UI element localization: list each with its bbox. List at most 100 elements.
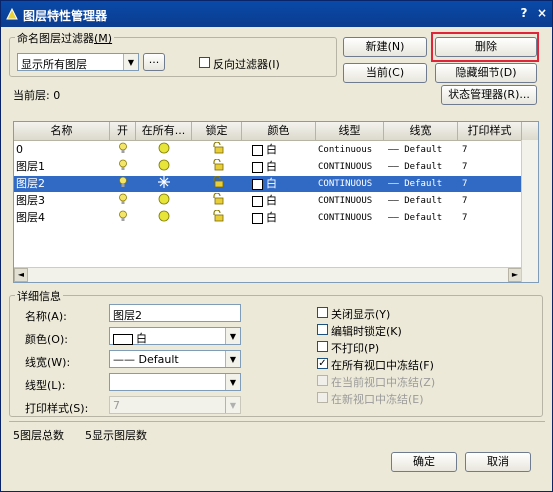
- option-label: 编辑时锁定(K): [331, 325, 402, 338]
- layer-plotstyle[interactable]: 7: [462, 210, 467, 226]
- table-row[interactable]: 图层3 白 CONTINUOUS —— Default 7: [14, 192, 522, 209]
- layer-table[interactable]: 名称 开 在所有... 锁定 颜色 线型 线宽 打印样式 0 白 Continuou…: [13, 121, 539, 283]
- layer-name[interactable]: 图层4: [16, 210, 45, 226]
- layer-name[interactable]: 图层2: [16, 176, 45, 192]
- title-bar[interactable]: 图层特性管理器 ? ×: [1, 1, 552, 27]
- current-button[interactable]: 当前(C): [343, 63, 427, 83]
- column-header-on[interactable]: 开: [110, 122, 136, 140]
- layer-name[interactable]: 图层1: [16, 159, 45, 175]
- table-row[interactable]: 0 白 Continuous —— Default 7: [14, 141, 522, 158]
- column-header-lineweight[interactable]: 线宽: [384, 122, 458, 140]
- horizontal-scrollbar[interactable]: ◄ ►: [14, 267, 522, 282]
- layer-plotstyle[interactable]: 7: [462, 159, 467, 175]
- bulb-on-icon[interactable]: [118, 176, 128, 192]
- table-row[interactable]: 图层1 白 CONTINUOUS —— Default 7: [14, 158, 522, 175]
- bulb-on-icon[interactable]: [118, 159, 128, 175]
- layer-linetype[interactable]: CONTINUOUS: [318, 193, 372, 209]
- layer-color[interactable]: 白: [252, 159, 277, 175]
- chevron-down-icon[interactable]: ▼: [225, 351, 240, 367]
- bulb-on-icon[interactable]: [118, 210, 128, 226]
- filter-group-label: 命名图层过滤器(M): [15, 30, 115, 46]
- option-checkbox: [317, 392, 328, 403]
- name-field-value: 图层2: [113, 309, 142, 322]
- column-header-name[interactable]: 名称: [14, 122, 110, 140]
- option-label: 在新视口中冻结(E): [331, 393, 424, 406]
- option-label: 在所有视口中冻结(F): [331, 359, 434, 372]
- table-row[interactable]: 图层4 白 CONTINUOUS —— Default 7: [14, 209, 522, 226]
- layer-color[interactable]: 白: [252, 176, 277, 192]
- lineweight-combo[interactable]: —— Default ▼: [109, 350, 241, 368]
- status-bar: 5图层总数 5显示图层数: [9, 421, 545, 442]
- thaw-sun-icon[interactable]: [158, 210, 170, 226]
- unlock-icon[interactable]: [212, 192, 224, 209]
- layer-linetype[interactable]: Continuous: [318, 142, 372, 158]
- option-checkbox: [317, 375, 328, 386]
- bulb-on-icon[interactable]: [118, 142, 128, 158]
- lineweight-combo-value: —— Default: [113, 353, 179, 366]
- layer-color[interactable]: 白: [252, 193, 277, 209]
- thaw-sun-icon[interactable]: [158, 159, 170, 175]
- color-combo[interactable]: 白 ▼: [109, 327, 241, 345]
- layer-plotstyle[interactable]: 7: [462, 193, 467, 209]
- column-header-freeze[interactable]: 在所有...: [136, 122, 192, 140]
- thaw-sun-icon[interactable]: [158, 142, 170, 158]
- scroll-right-icon[interactable]: ►: [508, 268, 522, 282]
- unlock-icon[interactable]: [212, 209, 224, 226]
- column-header-color[interactable]: 颜色: [242, 122, 316, 140]
- layer-color[interactable]: 白: [252, 210, 277, 226]
- layer-lineweight[interactable]: —— Default: [388, 142, 442, 158]
- lineweight-label: 线宽(W):: [25, 356, 71, 369]
- chevron-down-icon[interactable]: ▼: [225, 328, 240, 344]
- color-combo-value: 白: [113, 330, 147, 346]
- cancel-button[interactable]: 取消: [465, 452, 531, 472]
- close-button[interactable]: ×: [535, 6, 549, 20]
- column-header-lock[interactable]: 锁定: [192, 122, 242, 140]
- layer-linetype[interactable]: CONTINUOUS: [318, 159, 372, 175]
- chevron-down-icon[interactable]: ▼: [225, 374, 240, 390]
- filter-browse-button[interactable]: ...: [143, 53, 165, 71]
- unlock-icon[interactable]: [212, 141, 224, 158]
- shown-layers-count: 5显示图层数: [85, 429, 147, 442]
- freeze-snowflake-icon[interactable]: [158, 176, 170, 192]
- linetype-combo[interactable]: ▼: [109, 373, 241, 391]
- chevron-down-icon[interactable]: ▼: [123, 54, 138, 70]
- layer-linetype[interactable]: CONTINUOUS: [318, 176, 372, 192]
- unlock-icon[interactable]: [212, 175, 224, 192]
- layer-plotstyle[interactable]: 7: [462, 176, 467, 192]
- hide-details-button[interactable]: 隐藏细节(D): [435, 63, 537, 83]
- option-label: 在当前视口中冻结(Z): [331, 376, 436, 389]
- option-checkbox[interactable]: ✓: [317, 358, 328, 369]
- state-manager-button[interactable]: 状态管理器(R)...: [441, 85, 537, 105]
- current-layer-label: 当前层: 0: [13, 89, 61, 102]
- layer-lineweight[interactable]: —— Default: [388, 159, 442, 175]
- vertical-scrollbar[interactable]: [521, 140, 538, 282]
- name-field[interactable]: 图层2: [109, 304, 241, 322]
- column-header-plotstyle[interactable]: 打印样式: [458, 122, 522, 140]
- option-checkbox[interactable]: [317, 341, 328, 352]
- layer-name[interactable]: 0: [16, 142, 23, 158]
- layer-manager-dialog: 图层特性管理器 ? × 命名图层过滤器(M) 显示所有图层 ▼ ... 反向过滤…: [0, 0, 553, 492]
- filter-combo-value: 显示所有图层: [21, 58, 87, 71]
- thaw-sun-icon[interactable]: [158, 193, 170, 209]
- unlock-icon[interactable]: [212, 158, 224, 175]
- layer-color[interactable]: 白: [252, 142, 277, 158]
- scroll-left-icon[interactable]: ◄: [14, 268, 28, 282]
- details-group-label: 详细信息: [15, 288, 63, 304]
- bulb-on-icon[interactable]: [118, 193, 128, 209]
- option-checkbox[interactable]: [317, 324, 328, 335]
- layer-linetype[interactable]: CONTINUOUS: [318, 210, 372, 226]
- option-checkbox[interactable]: [317, 307, 328, 318]
- layer-lineweight[interactable]: —— Default: [388, 210, 442, 226]
- layer-plotstyle[interactable]: 7: [462, 142, 467, 158]
- column-header-linetype[interactable]: 线型: [316, 122, 384, 140]
- filter-combo[interactable]: 显示所有图层 ▼: [17, 53, 139, 71]
- invert-filter-label: 反向过滤器(I): [213, 58, 280, 71]
- table-row[interactable]: 图层2 白 CONTINUOUS —— Default 7: [14, 175, 522, 192]
- help-button[interactable]: ?: [517, 6, 531, 20]
- ok-button[interactable]: 确定: [391, 452, 457, 472]
- layer-lineweight[interactable]: —— Default: [388, 193, 442, 209]
- layer-lineweight[interactable]: —— Default: [388, 176, 442, 192]
- invert-filter-checkbox[interactable]: [199, 57, 210, 68]
- new-button[interactable]: 新建(N): [343, 37, 427, 57]
- layer-name[interactable]: 图层3: [16, 193, 45, 209]
